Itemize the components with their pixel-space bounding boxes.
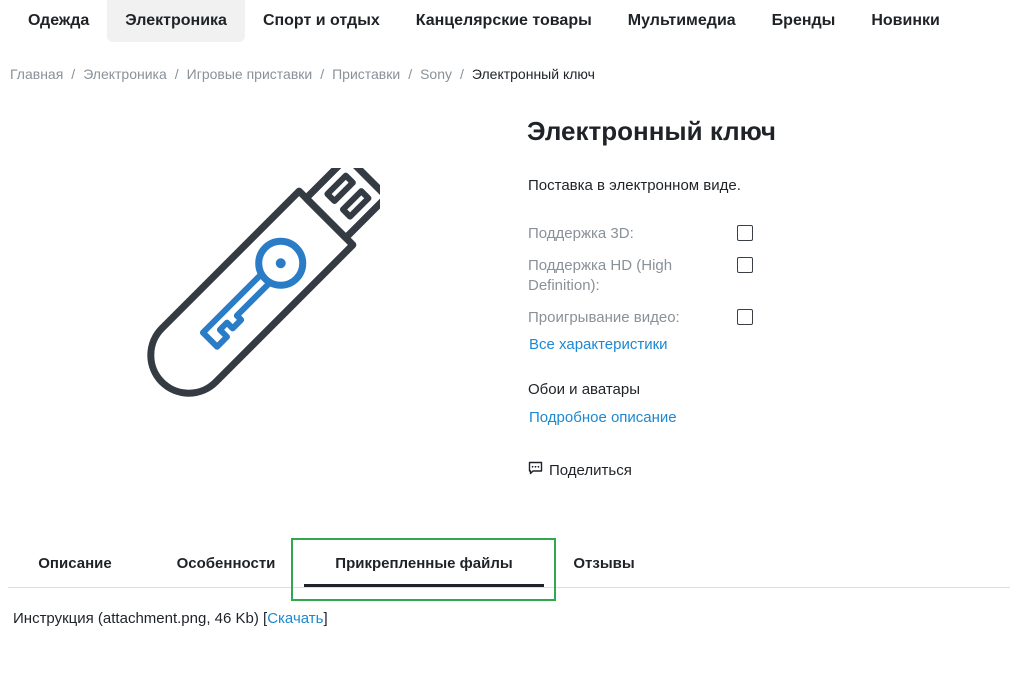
product-title: Электронный ключ bbox=[527, 116, 776, 146]
attachment-text: Инструкция (attachment.png, 46 Kb) bbox=[13, 610, 259, 627]
breadcrumb-sony[interactable]: Sony bbox=[420, 66, 452, 82]
feature-3d-label: Поддержка 3D: bbox=[528, 225, 634, 242]
feature-3d: Поддержка 3D: bbox=[528, 224, 718, 244]
breadcrumb-consoles[interactable]: Приставки bbox=[332, 66, 400, 82]
feature-hd: Поддержка HD (High Definition): bbox=[528, 256, 718, 296]
nav-item-clothing[interactable]: Одежда bbox=[10, 0, 107, 42]
feature-video-checkbox[interactable] bbox=[737, 309, 753, 325]
breadcrumb-home[interactable]: Главная bbox=[10, 66, 63, 82]
top-navigation: Одежда Электроника Спорт и отдых Канцеля… bbox=[10, 0, 958, 42]
share-label: Поделиться bbox=[549, 461, 632, 479]
breadcrumb: Главная / Электроника / Игровые приставк… bbox=[10, 66, 595, 82]
breadcrumb-current: Электронный ключ bbox=[471, 66, 595, 82]
feature-hd-label: Поддержка HD (High Definition): bbox=[528, 257, 673, 294]
nav-item-multimedia[interactable]: Мультимедиа bbox=[610, 0, 754, 42]
nav-item-stationery[interactable]: Канцелярские товары bbox=[398, 0, 610, 42]
breadcrumb-separator: / bbox=[174, 66, 179, 82]
tab-features[interactable]: Особенности bbox=[154, 540, 298, 586]
tab-description[interactable]: Описание bbox=[16, 540, 134, 586]
feature-3d-checkbox[interactable] bbox=[737, 225, 753, 241]
all-specs-link[interactable]: Все характеристики bbox=[529, 336, 668, 353]
breadcrumb-separator: / bbox=[408, 66, 413, 82]
share-button[interactable]: Поделиться bbox=[528, 461, 632, 479]
breadcrumb-electronics[interactable]: Электроника bbox=[83, 66, 167, 82]
wallpapers-label: Обои и аватары bbox=[528, 381, 641, 398]
nav-item-brands[interactable]: Бренды bbox=[754, 0, 854, 42]
feature-video-label: Проигрывание видео: bbox=[528, 309, 680, 326]
tab-reviews[interactable]: Отзывы bbox=[560, 540, 648, 586]
nav-item-sport[interactable]: Спорт и отдых bbox=[245, 0, 398, 42]
nav-item-new[interactable]: Новинки bbox=[853, 0, 958, 42]
attachment-row: Инструкция (attachment.png, 46 Kb) [Скач… bbox=[13, 610, 328, 627]
product-delivery-note: Поставка в электронном виде. bbox=[528, 177, 741, 194]
usb-key-icon bbox=[138, 153, 391, 408]
share-chat-icon bbox=[528, 461, 549, 479]
breadcrumb-separator: / bbox=[71, 66, 76, 82]
feature-hd-checkbox[interactable] bbox=[737, 257, 753, 273]
feature-video: Проигрывание видео: bbox=[528, 308, 718, 328]
breadcrumb-game-consoles[interactable]: Игровые приставки bbox=[187, 66, 313, 82]
breadcrumb-separator: / bbox=[320, 66, 325, 82]
breadcrumb-separator: / bbox=[460, 66, 464, 82]
download-link[interactable]: Скачать bbox=[267, 610, 323, 627]
nav-item-electronics[interactable]: Электроника bbox=[107, 0, 245, 42]
active-tab-highlight bbox=[291, 538, 556, 601]
bracket-close: ] bbox=[323, 610, 328, 627]
details-link[interactable]: Подробное описание bbox=[529, 409, 677, 426]
